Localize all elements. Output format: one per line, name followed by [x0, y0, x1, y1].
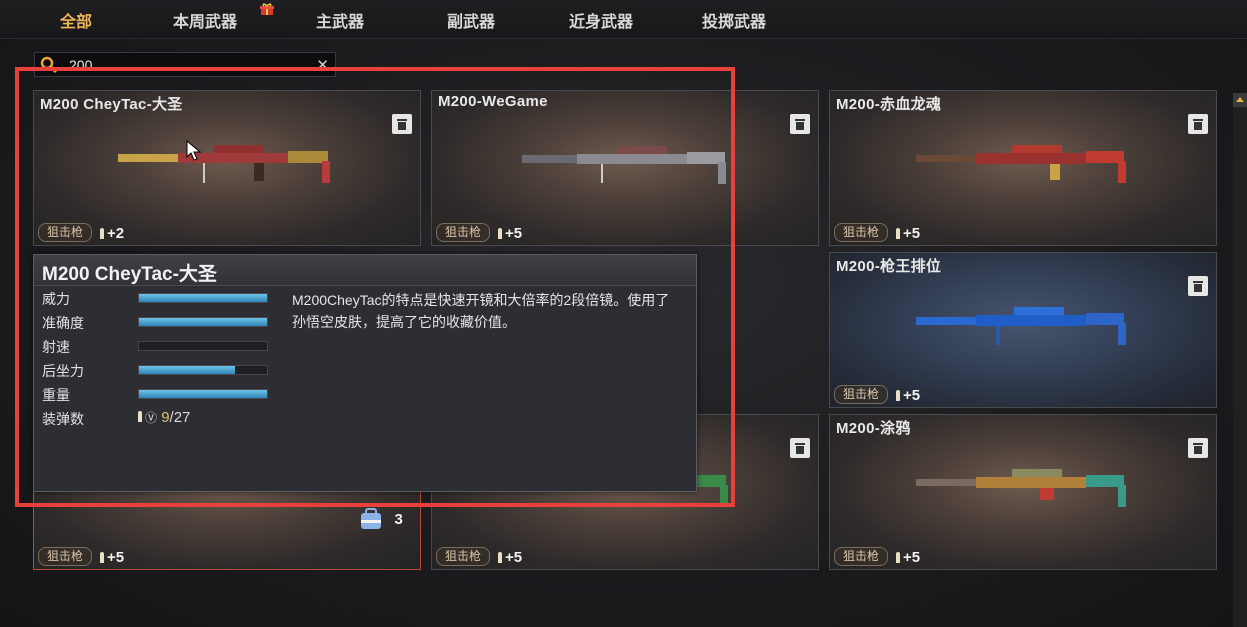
stat-weight: 重量	[34, 382, 282, 406]
weapon-description: M200CheyTac的特点是快速开镜和大倍率的2段倍镜。使用了孙悟空皮肤，提高…	[292, 292, 670, 330]
ammo-count: +5	[896, 225, 920, 242]
ammo-count: +5	[100, 549, 124, 566]
tooltip-header: M200 CheyTac-大圣	[34, 255, 696, 286]
ammo-count: +2	[100, 225, 124, 242]
weapon-card[interactable]: M200 CheyTac-大圣 狙击枪 +2	[33, 90, 421, 246]
tooltip-title: M200 CheyTac-大圣	[42, 264, 217, 285]
clear-search-icon[interactable]: ✕	[316, 56, 329, 74]
weapon-name: M200-赤血龙魂	[836, 96, 942, 113]
trash-icon[interactable]	[1188, 438, 1208, 458]
weapon-search-box: ✕	[34, 52, 336, 77]
weapon-name: M200-WeGame	[438, 93, 548, 110]
stat-fire-rate: 射速	[34, 334, 282, 358]
ammo-count: +5	[896, 549, 920, 566]
bullet-icon	[100, 552, 104, 563]
backpack-icon	[361, 508, 381, 529]
tab-secondary-weapons[interactable]: 副武器	[447, 8, 495, 31]
weapon-card[interactable]: M200-WeGame 狙击枪 +5	[431, 90, 819, 246]
trash-icon[interactable]	[790, 438, 810, 458]
scrollbar[interactable]	[1233, 93, 1247, 627]
ammo-count: +5	[896, 387, 920, 404]
inventory-count: 3	[358, 508, 403, 530]
weapon-detail-tooltip: M200 CheyTac-大圣 威力 准确度 射速 后坐力 重量 装弹数 Ⓥ 9…	[33, 254, 697, 492]
bullet-icon	[896, 552, 900, 563]
trash-icon[interactable]	[1188, 276, 1208, 296]
sniper-rifle-image	[916, 469, 1126, 507]
weapon-stats: 威力 准确度 射速 后坐力 重量 装弹数 Ⓥ 9/27	[34, 286, 282, 430]
trash-icon[interactable]	[392, 114, 412, 134]
tab-throwing-weapons[interactable]: 投掷武器	[702, 8, 766, 31]
bullet-icon	[100, 228, 104, 239]
trash-icon[interactable]	[790, 114, 810, 134]
stat-accuracy: 准确度	[34, 310, 282, 334]
bullet-icon	[896, 228, 900, 239]
stat-power: 威力	[34, 286, 282, 310]
search-icon	[40, 56, 58, 74]
bullet-icon	[498, 228, 502, 239]
stat-recoil: 后坐力	[34, 358, 282, 382]
tab-melee-weapons[interactable]: 近身武器	[569, 8, 633, 31]
bullet-icon	[896, 390, 900, 401]
bullet-icon	[138, 411, 142, 422]
sniper-rifle-image	[916, 307, 1126, 345]
weapon-name: M200-枪王排位	[836, 258, 942, 275]
category-badge: 狙击枪	[834, 385, 889, 404]
trash-icon[interactable]	[1188, 114, 1208, 134]
category-badge: 狙击枪	[834, 547, 889, 566]
weapon-category-tabs: 全部 本周武器 主武器 副武器 近身武器 投掷武器	[0, 0, 1247, 39]
weapon-card[interactable]: M200-赤血龙魂 狙击枪 +5	[829, 90, 1217, 246]
weapon-card[interactable]: M200-枪王排位 狙击枪 +5	[829, 252, 1217, 408]
category-badge: 狙击枪	[436, 547, 491, 566]
mouse-cursor-icon	[186, 140, 202, 161]
stat-magazine: 装弹数 Ⓥ 9/27	[42, 409, 191, 427]
category-badge: 狙击枪	[834, 223, 889, 242]
clock-icon: Ⓥ	[145, 411, 158, 425]
gift-icon	[260, 3, 274, 15]
bullet-icon	[498, 552, 502, 563]
ammo-count: +5	[498, 225, 522, 242]
weapon-name: M200-涂鸦	[836, 420, 911, 437]
tab-all[interactable]: 全部	[60, 8, 92, 31]
scroll-up-button[interactable]	[1233, 93, 1247, 107]
category-badge: 狙击枪	[38, 547, 93, 566]
weapon-card[interactable]: M200-涂鸦 狙击枪 +5	[829, 414, 1217, 570]
tab-primary-weapons[interactable]: 主武器	[316, 8, 364, 31]
category-badge: 狙击枪	[436, 223, 491, 242]
weapon-name: M200 CheyTac-大圣	[40, 96, 183, 113]
search-input[interactable]	[69, 55, 309, 74]
ammo-count: +5	[498, 549, 522, 566]
sniper-rifle-image	[118, 145, 330, 183]
sniper-rifle-image	[916, 145, 1126, 183]
tab-weekly-weapons[interactable]: 本周武器	[173, 8, 237, 31]
category-badge: 狙击枪	[38, 223, 93, 242]
sniper-rifle-image	[522, 146, 726, 184]
